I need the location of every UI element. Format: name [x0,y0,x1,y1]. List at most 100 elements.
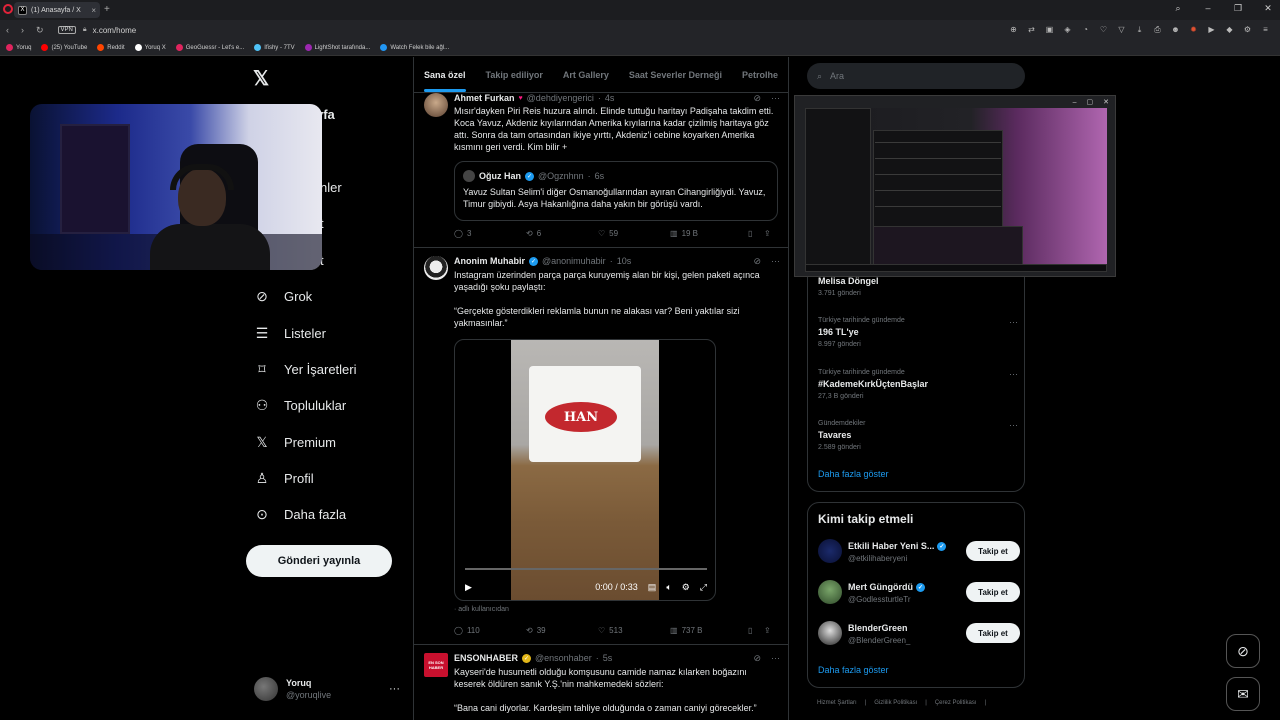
bookmark-item[interactable]: (25) YouTube [41,44,87,51]
minimize-icon[interactable]: – [1073,99,1077,106]
tweet-author-handle[interactable]: @dehdiyengerici [527,93,594,103]
avatar[interactable] [424,93,448,117]
follow-suggestion[interactable]: Etkili Haber Yeni S... ✓ @etkilihaberyeni T… [818,537,1020,565]
heart-icon[interactable]: ♡ [1099,25,1108,35]
nav-item-topluluklar[interactable]: ⚇ Topluluklar [254,397,346,413]
video-progress-bar[interactable] [465,568,707,570]
download-icon[interactable]: ⤓ [1135,25,1144,35]
nav-item-premium[interactable]: 𝕏 Premium [254,434,336,450]
reload-icon[interactable]: ↻ [36,25,44,36]
snapshot-icon[interactable]: ⎙ [1153,25,1162,35]
avatar[interactable]: EN SON HABER [424,653,448,677]
video-settings-icon[interactable]: ⚙ [682,582,690,593]
fullscreen-icon[interactable]: ⤢ [700,582,707,593]
follow-suggestion[interactable]: Mert Güngördü ✓ @GodlessturtleTr Takip et [818,578,1020,606]
quoted-tweet[interactable]: Oğuz Han ✓ @Ogznhnn · 6s Yavuz Sultan Se… [454,161,778,221]
screen-share-window[interactable]: – ▢ ✕ [794,95,1116,277]
grok-fab-icon[interactable]: ⊘ [1226,634,1260,668]
bookmark-item[interactable]: Yoruq X [134,44,166,51]
browser-search-icon[interactable]: ⌕ [1172,3,1184,14]
tweet-time[interactable]: 5s [603,653,613,663]
settings-icon[interactable]: ⚙ [1243,25,1252,35]
play-icon[interactable]: ▶ [1207,25,1216,35]
menu-icon[interactable]: ≡ [1261,25,1270,35]
timeline-tab[interactable]: Sana özel [424,70,466,92]
trend-item[interactable]: Türkiye tarihinde gündemde #KademeKırkÜçt… [818,369,1018,400]
trends-show-more[interactable]: Daha fazla göster [818,469,889,479]
extension-icon[interactable]: ◆ [1225,25,1234,35]
forward-icon[interactable]: › [21,25,24,36]
tweet-more-icon[interactable]: ··· [771,93,780,104]
footer-link[interactable]: Hizmet Şartları [817,700,857,706]
search-input[interactable]: ⌕ Ara [807,63,1025,89]
grok-explain-icon[interactable]: ⊘ [753,653,761,664]
tweet-time[interactable]: 10s [617,256,632,266]
tweet-more-icon[interactable]: ··· [771,256,780,267]
tweet[interactable]: Ahmet Furkan ♥ @dehdiyengerici · 4s ⊘ ··… [414,93,788,248]
bookmark-item[interactable]: Yoruq [6,44,31,51]
bookmark-item[interactable]: Reddit [97,44,125,51]
lens-icon[interactable]: ⊕ [1009,25,1018,35]
nav-item-yer-i-şaretleri[interactable]: ⌑ Yer İşaretleri [254,361,356,377]
tweet-time[interactable]: 4s [605,93,615,103]
back-icon[interactable]: ‹ [6,25,9,36]
trend-more-icon[interactable]: ··· [1009,420,1018,430]
lock-icon[interactable]: 🔒︎ [83,26,87,34]
nav-partial-notifications[interactable]: nler [320,180,342,195]
tweet-more-icon[interactable]: ··· [771,653,780,664]
tweet-author-name[interactable]: Ahmet Furkan [454,93,515,103]
tweet[interactable]: EN SON HABER ENSONHABER ✓ @ensonhaber · … [414,645,788,720]
bookmark-item[interactable]: Ifishy - 7TV [254,44,295,51]
avatar[interactable] [424,256,448,280]
timeline-tab[interactable]: Takip ediliyor [486,70,543,80]
nav-item-daha-fazla[interactable]: ⊙ Daha fazla [254,506,346,522]
bookmark-item[interactable]: LightShot tarafında... [304,44,370,51]
who-to-follow-show-more[interactable]: Daha fazla göster [818,665,889,675]
avatar-icon[interactable]: ☻ [1171,25,1180,35]
trend-more-icon[interactable]: ··· [1009,369,1018,379]
tweet-author-name[interactable]: ENSONHABER [454,653,518,663]
tweet-author-handle[interactable]: @ensonhaber [535,653,592,663]
avatar[interactable] [818,539,842,563]
url-field[interactable]: x.com/home [93,26,137,35]
translate-icon[interactable]: ⇄ [1027,25,1036,35]
tweet-author-handle[interactable]: @anonimuhabir [542,256,606,266]
extension-red-icon[interactable]: ✹ [1189,25,1198,35]
nav-item-profil[interactable]: ♙ Profil [254,470,314,486]
bookmark-star-icon[interactable]: ▽ [1117,25,1126,35]
messages-fab-icon[interactable]: ✉ [1226,677,1260,711]
trend-more-icon[interactable]: ··· [1009,317,1018,327]
follow-button[interactable]: Takip et [966,541,1020,561]
tweet[interactable]: Anonim Muhabir ✓ @anonimuhabir · 10s ⊘ ·… [414,248,788,645]
nav-item-listeler[interactable]: ☰ Listeler [254,325,326,341]
share-icon[interactable]: ⇪ [764,626,780,635]
play-icon[interactable]: ▶ [465,582,472,593]
video-attribution[interactable]: · adlı kullanıcıdan [454,606,509,613]
avatar[interactable] [818,580,842,604]
x-logo-icon[interactable]: 𝕏 [253,66,269,91]
avatar[interactable] [818,621,842,645]
grok-explain-icon[interactable]: ⊘ [753,256,761,267]
history-icon[interactable]: ◔ [1081,25,1090,35]
browser-tab[interactable]: X (1) Anasayfa / X × [14,2,100,18]
grok-explain-icon[interactable]: ⊘ [753,93,761,104]
nav-item-grok[interactable]: ⊘ Grok [254,288,312,304]
footer-link[interactable]: Gizlilik Politikası [874,700,917,706]
footer-link[interactable]: Çerez Politikası [935,700,977,706]
follow-button[interactable]: Takip et [966,582,1020,602]
follow-button[interactable]: Takip et [966,623,1020,643]
timeline-tab[interactable]: Petrolhe [742,70,778,80]
new-tab-icon[interactable]: + [104,4,110,15]
trend-item[interactable]: Türkiye tarihinde gündemde 196 TL'ye 8.997… [818,317,1018,348]
window-close-icon[interactable]: ✕ [1262,3,1274,14]
minimize-icon[interactable]: – [1202,3,1214,14]
timeline-tab[interactable]: Art Gallery [563,70,609,80]
bookmark-item[interactable]: GeoGuessr - Let's e... [175,44,244,51]
account-more-icon[interactable]: ··· [389,683,400,695]
vpn-shield-icon[interactable]: ◈ [1063,25,1072,35]
window-close-icon[interactable]: ✕ [1103,98,1109,106]
bookmark-icon[interactable]: ▯ [748,229,764,238]
bookmark-icon[interactable]: ▯ [748,626,764,635]
follow-suggestion[interactable]: BlenderGreen @BlenderGreen_ Takip et [818,619,1020,647]
screenshot-icon[interactable]: ▣ [1045,25,1054,35]
